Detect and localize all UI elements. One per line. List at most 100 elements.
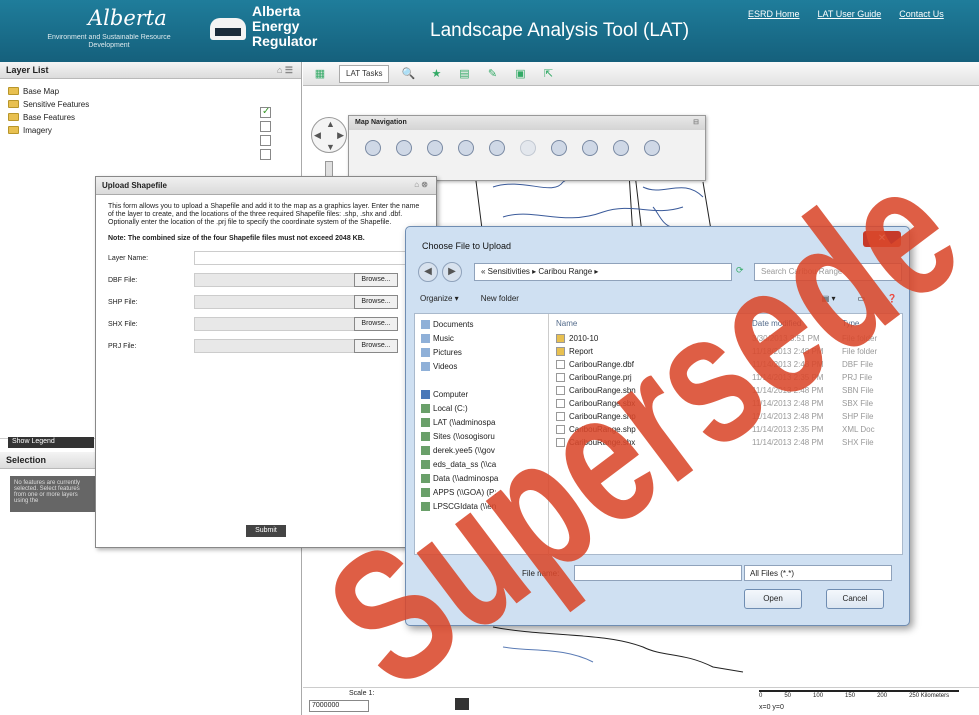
tree-item[interactable]: Local (C:)	[421, 402, 542, 414]
file-row[interactable]: CaribouRange.dbf 11/14/2013 2:48 PM DBF Fi…	[550, 358, 904, 371]
upload-dialog-header: Upload Shapefile ⌂ ⊗	[96, 177, 436, 195]
zoom-out-icon[interactable]	[394, 140, 414, 170]
close-icon[interactable]: ⌂ ⊗	[414, 180, 428, 189]
tree-item[interactable]: Data (\\adminospa	[421, 472, 542, 484]
file-row[interactable]: CaribouRange.shp 11/14/2013 2:48 PM SHP Fi…	[550, 410, 904, 423]
link-lat-user-guide[interactable]: LAT User Guide	[818, 9, 882, 19]
scale-input[interactable]: 7000000	[309, 700, 369, 712]
navigation-icon[interactable]: 🔍	[399, 65, 417, 83]
tree-item[interactable]: eds_data_ss (\\ca	[421, 458, 542, 470]
tree-item[interactable]: LAT (\\adminospa	[421, 416, 542, 428]
measure-icon[interactable]	[611, 140, 631, 170]
export-icon[interactable]: ⇱	[539, 65, 557, 83]
tree-item-label: LPSCGIdata (\\en	[433, 501, 497, 511]
back-arrow-icon[interactable]: ◀	[418, 262, 438, 282]
layers-icon[interactable]: ▤	[455, 65, 473, 83]
close-icon[interactable]: ✕	[863, 231, 901, 247]
forward-icon[interactable]	[518, 140, 538, 170]
file-row[interactable]: CaribouRange.sbx 11/14/2013 2:48 PM SBX Fi…	[550, 397, 904, 410]
refresh-icon[interactable]: ⟳	[736, 265, 744, 276]
search-input[interactable]: Search Caribou Range	[754, 263, 902, 281]
tree-item[interactable]: Pictures	[421, 346, 542, 358]
pan-down-icon[interactable]: ▼	[326, 142, 335, 152]
tree-item[interactable]: Computer	[421, 388, 542, 400]
pan-left-icon[interactable]: ◀	[314, 130, 321, 141]
view-options-icon[interactable]: ▤ ▾	[822, 294, 836, 304]
aer-badge-icon	[210, 18, 246, 40]
identify-all-icon[interactable]	[580, 140, 600, 170]
tree-item[interactable]: Music	[421, 332, 542, 344]
column-type[interactable]: Type	[842, 319, 898, 328]
alberta-logo-text: Alberta	[88, 6, 167, 30]
organize-menu[interactable]: Organize ▾	[420, 294, 459, 304]
minimize-icon[interactable]: ⊟	[693, 118, 699, 126]
file-row[interactable]: CaribouRange.prj 11/14/2013 2:35 PM PRJ Fi…	[550, 371, 904, 384]
file-date-cell: 11/14/2013 2:48 PM	[752, 438, 824, 447]
link-esrd-home[interactable]: ESRD Home	[748, 9, 800, 19]
browse-button[interactable]: Browse...	[354, 317, 398, 331]
layer-name-row: Layer Name:	[108, 249, 424, 271]
back-icon[interactable]	[487, 140, 507, 170]
aer-logo[interactable]: Alberta Energy Regulator	[210, 4, 317, 56]
file-row[interactable]: CaribouRange.sbn 11/14/2013 2:48 PM SBN Fi…	[550, 384, 904, 397]
file-row[interactable]: CaribouRange.shx 11/14/2013 2:48 PM SHX Fi…	[550, 436, 904, 449]
draw-icon[interactable]: ✎	[483, 65, 501, 83]
tree-item[interactable]: APPS (\\GOA) (P:	[421, 486, 542, 498]
grid-icon[interactable]: ▦	[311, 65, 329, 83]
identify-icon[interactable]: ★	[427, 65, 445, 83]
submit-button[interactable]: Submit	[246, 525, 286, 537]
file-name-cell: CaribouRange.shp	[556, 425, 752, 434]
open-button[interactable]: Open	[744, 589, 802, 609]
panel-collapse-icon[interactable]: ⌂ ☰	[277, 65, 293, 76]
layer-checkbox[interactable]	[260, 106, 271, 118]
tree-item[interactable]: Videos	[421, 360, 542, 372]
pan-hand-icon[interactable]	[425, 140, 445, 170]
tree-item[interactable]: Documents	[421, 318, 542, 330]
file-row[interactable]: 2010-10 3/30/2013 3:51 PM File folder	[550, 332, 904, 345]
scale-go-button[interactable]	[455, 698, 469, 710]
new-folder-button[interactable]: New folder	[481, 294, 519, 304]
print-icon[interactable]: ▣	[511, 65, 529, 83]
layer-checkbox[interactable]	[260, 121, 271, 132]
tree-item[interactable]: LPSCGIdata (\\en	[421, 500, 542, 512]
show-legend-button[interactable]: Show Legend	[8, 437, 94, 448]
lat-tasks-dropdown[interactable]: LAT Tasks	[339, 64, 390, 83]
layer-item[interactable]: Base Map	[8, 85, 293, 97]
column-name[interactable]: Name	[556, 319, 752, 328]
layer-checkbox[interactable]	[260, 135, 271, 146]
breadcrumb[interactable]: « Sensitivities ▸ Caribou Range ▸	[474, 263, 732, 281]
help-icon[interactable]: ❓	[887, 294, 897, 304]
file-type-select[interactable]: All Files (*.*)	[744, 565, 892, 581]
file-row[interactable]: Report 11/18/2013 2:48 PM File folder	[550, 345, 904, 358]
column-date-modified[interactable]: Date modified	[752, 319, 842, 328]
full-extent-icon[interactable]	[456, 140, 476, 170]
tree-item[interactable]: Sites (\\osogisoru	[421, 430, 542, 442]
file-date-cell: 3/30/2013 3:51 PM	[752, 334, 820, 343]
tree-item-label: Computer	[433, 389, 469, 399]
preview-pane-icon[interactable]: ▭	[857, 294, 865, 304]
identify-tool-icon[interactable]	[549, 140, 569, 170]
tree-item[interactable]: derek.yee5 (\\gov	[421, 444, 542, 456]
layer-item[interactable]: Imagery	[8, 124, 293, 136]
layer-item[interactable]: Base Features	[8, 111, 293, 123]
browse-button[interactable]: Browse...	[354, 273, 398, 287]
browse-button[interactable]: Browse...	[354, 339, 398, 353]
magnify-icon[interactable]	[642, 140, 662, 170]
file-date-cell: 11/18/2013 2:48 PM	[752, 347, 824, 356]
pan-control[interactable]: ▲ ◀ ▶ ▼	[311, 117, 347, 153]
tree-item-label: Documents	[433, 319, 474, 329]
file-row[interactable]: CaribouRange.shp 11/14/2013 2:35 PM XML Do…	[550, 423, 904, 436]
alberta-logo[interactable]: Alberta Environment and Sustainable Reso…	[30, 4, 190, 56]
pan-right-icon[interactable]: ▶	[337, 130, 344, 141]
cancel-button[interactable]: Cancel	[826, 589, 884, 609]
zoom-in-icon[interactable]	[363, 140, 383, 170]
browse-button[interactable]: Browse...	[354, 295, 398, 309]
forward-arrow-icon[interactable]: ▶	[442, 262, 462, 282]
layer-name-input[interactable]	[194, 251, 424, 265]
link-contact-us[interactable]: Contact Us	[899, 9, 944, 19]
pan-up-icon[interactable]: ▲	[326, 119, 335, 129]
file-name-cell: CaribouRange.prj	[556, 373, 752, 382]
file-name-input[interactable]	[574, 565, 742, 581]
layer-item[interactable]: Sensitive Features	[8, 98, 293, 110]
layer-checkbox[interactable]	[260, 149, 271, 160]
